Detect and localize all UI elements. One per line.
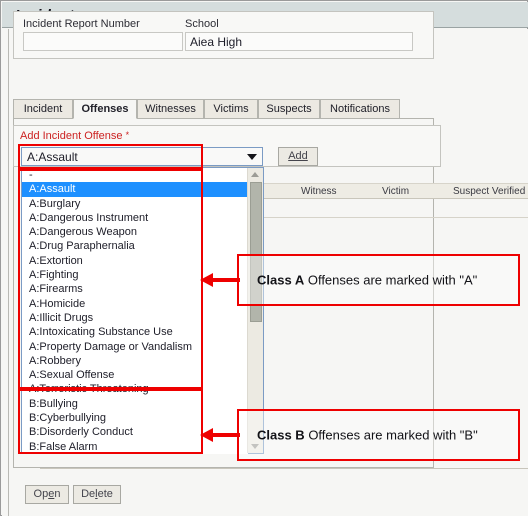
add-offense-label: Add Incident Offense * xyxy=(20,130,129,142)
arrow-head xyxy=(200,273,213,287)
tab-label: Notifications xyxy=(330,103,390,115)
tab-incident[interactable]: Incident xyxy=(13,99,73,119)
tab-victims[interactable]: Victims xyxy=(204,99,258,119)
annotation-callout-class-a-rest: Offenses are marked with "A" xyxy=(304,272,478,288)
annotation-callout-class-a: Class A Offenses are marked with "A" xyxy=(237,254,520,306)
annotation-arrow-class-b xyxy=(200,428,240,442)
add-offense-label-text: Add Incident Offense xyxy=(20,130,123,142)
annotation-highlight-class-a xyxy=(18,169,203,389)
tab-witnesses[interactable]: Witnesses xyxy=(137,99,204,119)
open-button-label: Op xyxy=(33,488,49,500)
annotation-highlight-combobox xyxy=(18,144,203,169)
open-button[interactable]: Open xyxy=(25,485,69,504)
open-button-label-rest: n xyxy=(54,488,61,500)
arrow-head xyxy=(200,428,213,442)
tab-label: Suspects xyxy=(266,103,312,115)
tab-label: Incident xyxy=(23,103,63,115)
tab-label: Witnesses xyxy=(145,103,196,115)
tab-offenses[interactable]: Offenses xyxy=(73,99,137,119)
required-marker: * xyxy=(125,130,130,140)
arrow-shaft xyxy=(212,278,240,282)
school-label: School xyxy=(185,18,219,30)
scroll-up-arrow-icon[interactable] xyxy=(251,172,259,177)
column-header-victim[interactable]: Victim xyxy=(382,186,409,197)
tab-label: Offenses xyxy=(81,103,129,115)
tab-notifications[interactable]: Notifications xyxy=(320,99,400,119)
arrow-shaft xyxy=(212,433,240,437)
tab-suspects[interactable]: Suspects xyxy=(258,99,320,119)
add-button-label: Add xyxy=(288,150,308,162)
incident-window: Incident Incident Report Number School I… xyxy=(0,0,528,516)
delete-button-label: De xyxy=(81,488,96,500)
delete-button-label-rest: ete xyxy=(97,488,113,500)
annotation-callout-class-a-text: Class A Offenses are marked with "A" xyxy=(257,273,477,288)
annotation-highlight-class-b xyxy=(18,389,203,454)
annotation-callout-class-b: Class B Offenses are marked with "B" xyxy=(237,409,520,461)
offenses-table-bottom-divider xyxy=(40,468,528,469)
add-button[interactable]: Add xyxy=(278,147,318,166)
annotation-callout-class-a-bold: Class A xyxy=(257,272,305,288)
annotation-callout-class-b-bold: Class B xyxy=(257,427,305,443)
annotation-callout-class-b-text: Class B Offenses are marked with "B" xyxy=(257,428,478,443)
annotation-callout-class-b-rest: Offenses are marked with "B" xyxy=(304,427,478,443)
delete-button[interactable]: Delete xyxy=(73,485,121,504)
annotation-arrow-class-a xyxy=(200,273,240,287)
tab-label: Victims xyxy=(213,103,249,115)
column-header-suspect-verified[interactable]: Suspect Verified xyxy=(453,186,525,197)
incident-report-number-label: Incident Report Number xyxy=(23,18,140,30)
incident-header-group: Incident Report Number School xyxy=(13,11,434,59)
chevron-down-icon[interactable] xyxy=(247,154,257,160)
incident-report-number-input[interactable] xyxy=(23,32,183,51)
column-header-witness[interactable]: Witness xyxy=(301,186,337,197)
school-input[interactable] xyxy=(185,32,413,51)
left-divider xyxy=(8,29,9,516)
